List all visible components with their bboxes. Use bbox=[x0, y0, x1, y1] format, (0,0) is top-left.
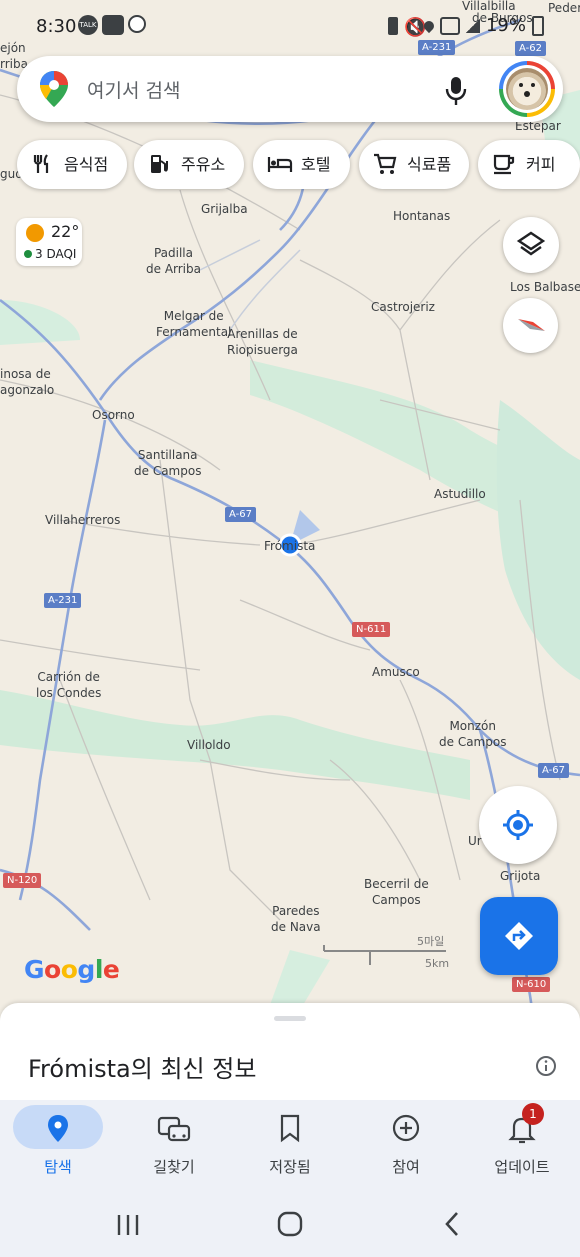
scale-miles: 5마일 bbox=[417, 935, 445, 948]
place-label: Grijalba bbox=[201, 202, 248, 216]
add-circle-icon bbox=[392, 1114, 420, 1142]
nav-label: 길찾기 bbox=[153, 1158, 195, 1176]
place-label: Arenillas de Riopisuerga bbox=[227, 327, 298, 357]
nav-label: 참여 bbox=[392, 1158, 420, 1176]
road-shield: N-611 bbox=[352, 622, 391, 637]
recent-apps-icon[interactable] bbox=[115, 1212, 141, 1238]
nav-contribute[interactable]: 참여 bbox=[348, 1100, 464, 1190]
place-label: Astudillo bbox=[434, 487, 486, 501]
place-label: Villaherreros bbox=[45, 513, 121, 527]
my-location-button[interactable] bbox=[479, 786, 557, 864]
chip-label: 호텔 bbox=[301, 155, 331, 174]
book-icon bbox=[102, 15, 124, 35]
layers-button[interactable] bbox=[503, 217, 559, 273]
nav-go[interactable]: 길찾기 bbox=[116, 1100, 232, 1190]
place-label: Los Balbases bbox=[510, 280, 580, 294]
place-label: Castrojeriz bbox=[371, 300, 435, 314]
road-shield: A-67 bbox=[538, 763, 569, 778]
place-label: Amusco bbox=[372, 665, 420, 679]
compass-button[interactable] bbox=[503, 298, 558, 353]
location-pin-icon bbox=[48, 1115, 68, 1142]
place-label: Monzón de Campos bbox=[439, 719, 507, 749]
place-label: Hontanas bbox=[393, 209, 451, 223]
nav-label: 업데이트 bbox=[494, 1158, 550, 1176]
battery-saver-icon bbox=[387, 16, 398, 35]
weather-temp: 22° bbox=[51, 222, 80, 241]
directions-button[interactable] bbox=[480, 897, 558, 975]
chip-groceries[interactable]: 식료품 bbox=[359, 140, 469, 189]
aqi-label: 3 DAQI bbox=[35, 247, 77, 261]
weather-widget[interactable]: 22° 3 DAQI bbox=[16, 218, 82, 266]
status-time: 8:30 bbox=[36, 16, 77, 37]
system-navigation-bar bbox=[0, 1190, 580, 1257]
microphone-icon[interactable] bbox=[445, 76, 467, 106]
chip-hotels[interactable]: 호텔 bbox=[253, 140, 350, 189]
signal-icon bbox=[465, 18, 480, 33]
place-label: Santillana de Campos bbox=[134, 448, 202, 478]
air-quality: 3 DAQI bbox=[24, 247, 76, 261]
search-bar[interactable]: 여기서 검색 bbox=[17, 56, 563, 122]
search-input[interactable]: 여기서 검색 bbox=[87, 76, 180, 103]
crosshair-icon bbox=[503, 810, 533, 840]
place-label: Carrión de los Condes bbox=[36, 670, 102, 700]
road-shield: A-231 bbox=[44, 593, 82, 608]
google-logo: Google bbox=[24, 955, 120, 984]
chip-label: 식료품 bbox=[407, 155, 452, 174]
sheet-title: Frómista의 최신 정보 bbox=[28, 1055, 257, 1083]
fork-knife-icon bbox=[33, 154, 49, 173]
compass-icon bbox=[518, 319, 545, 331]
place-label: Grijota bbox=[500, 869, 541, 883]
talk-icon: TALK bbox=[78, 15, 98, 35]
avatar[interactable] bbox=[499, 61, 555, 117]
directions-icon bbox=[505, 922, 533, 950]
chip-label: 음식점 bbox=[64, 155, 109, 174]
back-icon[interactable] bbox=[440, 1210, 464, 1238]
notification-badge: 1 bbox=[522, 1103, 544, 1125]
home-icon[interactable] bbox=[276, 1210, 304, 1238]
commute-icon bbox=[157, 1116, 191, 1142]
chip-coffee[interactable]: 커피 bbox=[478, 140, 580, 189]
status-bar: 8:30 TALK 🔇 19% bbox=[0, 0, 580, 54]
chip-label: 커피 bbox=[526, 155, 556, 174]
sheet-drag-handle[interactable] bbox=[274, 1016, 306, 1021]
battery-percent: 19% bbox=[485, 15, 526, 36]
gas-station-icon bbox=[151, 155, 168, 173]
bookmark-icon bbox=[280, 1114, 300, 1143]
sun-icon bbox=[26, 224, 44, 242]
bed-icon bbox=[267, 157, 293, 172]
globe-icon bbox=[128, 15, 146, 33]
bottom-navigation: 탐색 길찾기 저장됨 참여 업데이트 bbox=[0, 1100, 580, 1190]
aqi-dot-icon bbox=[24, 250, 32, 258]
google-maps-pin-icon bbox=[40, 71, 68, 107]
layers-icon bbox=[516, 231, 546, 256]
nav-label: 탐색 bbox=[44, 1158, 72, 1176]
place-label: Osorno bbox=[92, 408, 135, 422]
place-label: inosa de agonzalo bbox=[0, 367, 55, 397]
road-shield: A-67 bbox=[225, 507, 256, 522]
place-label: Villoldo bbox=[187, 738, 231, 752]
info-icon[interactable] bbox=[535, 1055, 557, 1077]
chip-gas-stations[interactable]: 주유소 bbox=[134, 140, 244, 189]
place-label: Melgar de Fernamental bbox=[156, 309, 232, 339]
nav-label: 저장됨 bbox=[269, 1158, 311, 1176]
road-shield: N-120 bbox=[3, 873, 42, 888]
nav-explore[interactable]: 탐색 bbox=[0, 1100, 116, 1190]
place-label: Paredes de Nava bbox=[271, 904, 321, 934]
place-label: Becerril de Campos bbox=[364, 877, 429, 907]
chip-restaurants[interactable]: 음식점 bbox=[17, 140, 127, 189]
place-label: Frómista bbox=[264, 539, 316, 553]
road-shield: N-610 bbox=[512, 977, 551, 992]
map-scale: 5마일 5km bbox=[322, 933, 450, 973]
battery-icon bbox=[532, 15, 544, 36]
scale-km: 5km bbox=[425, 957, 450, 970]
chip-label: 주유소 bbox=[181, 155, 226, 174]
bottom-sheet[interactable]: Frómista의 최신 정보 bbox=[0, 1003, 580, 1103]
mute-icon: 🔇 bbox=[403, 16, 427, 38]
cart-icon bbox=[374, 153, 397, 174]
nav-saved[interactable]: 저장됨 bbox=[232, 1100, 348, 1190]
wifi-icon bbox=[439, 16, 460, 35]
place-label: Padilla de Arriba bbox=[146, 246, 201, 276]
coffee-icon bbox=[493, 154, 515, 175]
